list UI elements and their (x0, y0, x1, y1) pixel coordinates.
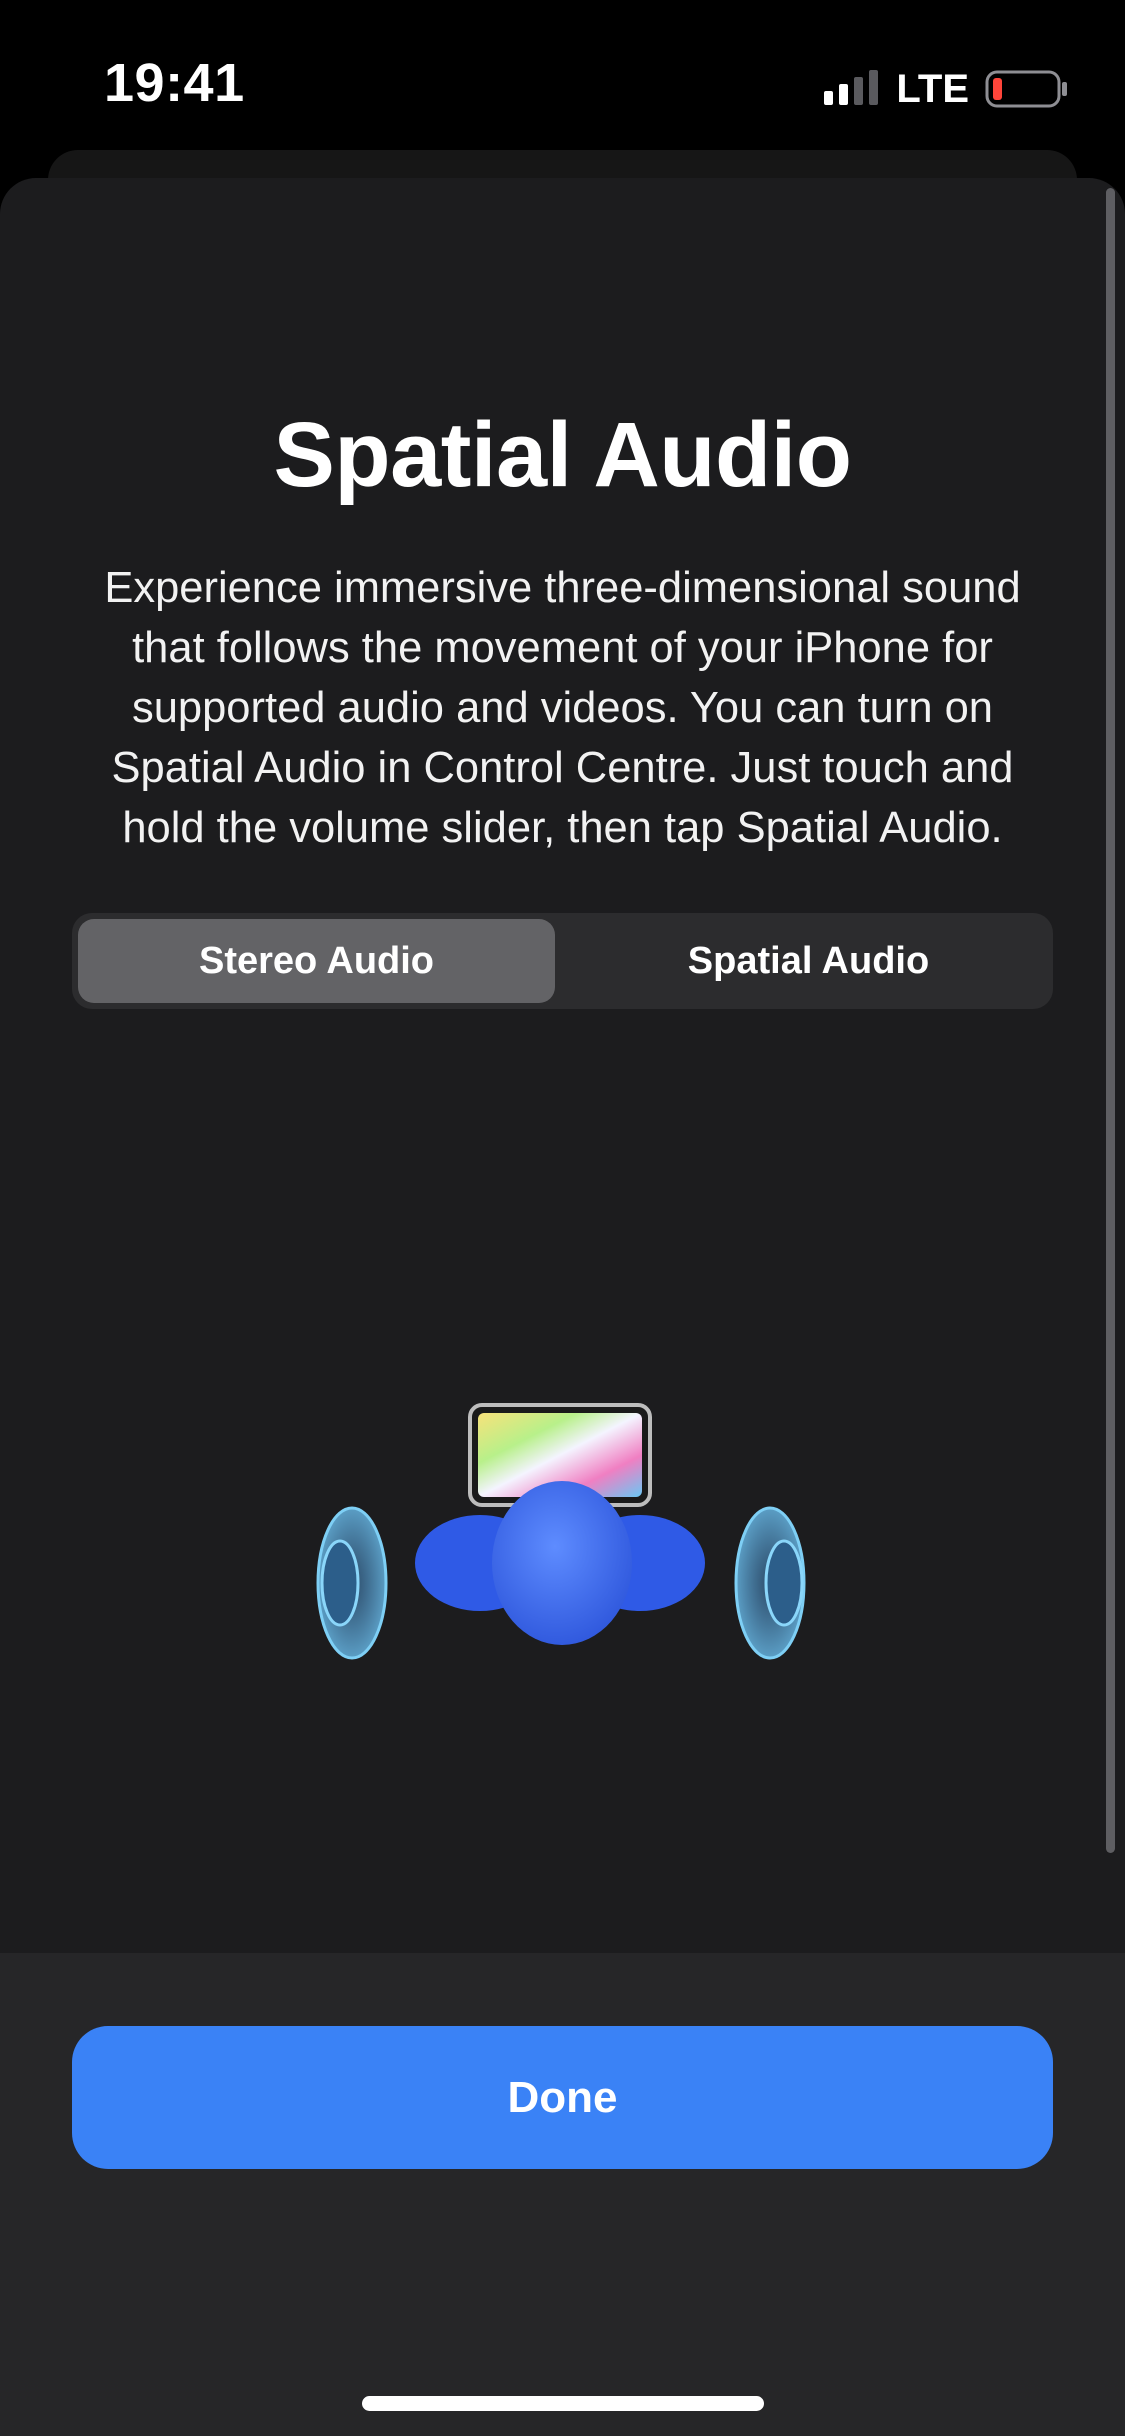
segment-stereo-audio[interactable]: Stereo Audio (78, 919, 555, 1003)
description-text: Experience immersive three-dimensional s… (104, 564, 1021, 852)
network-type: LTE (896, 66, 969, 111)
status-indicators: LTE (822, 64, 1069, 114)
page-title: Spatial Audio (273, 404, 852, 506)
audio-mode-segmented-control: Stereo Audio Spatial Audio (72, 913, 1053, 1009)
cellular-signal-icon (824, 70, 879, 105)
left-speaker-icon (316, 1506, 388, 1660)
home-indicator[interactable] (362, 2396, 764, 2411)
status-bar: 19:41 LTE (0, 0, 1125, 140)
listener-head-icon (415, 1481, 705, 1645)
battery-low-icon (985, 70, 1067, 108)
spatial-audio-illustration (316, 1403, 806, 1660)
status-time: 19:41 (104, 53, 245, 113)
right-speaker-icon (734, 1506, 806, 1660)
segment-spatial-audio[interactable]: Spatial Audio (570, 919, 1047, 1003)
done-button[interactable]: Done (72, 2026, 1053, 2169)
